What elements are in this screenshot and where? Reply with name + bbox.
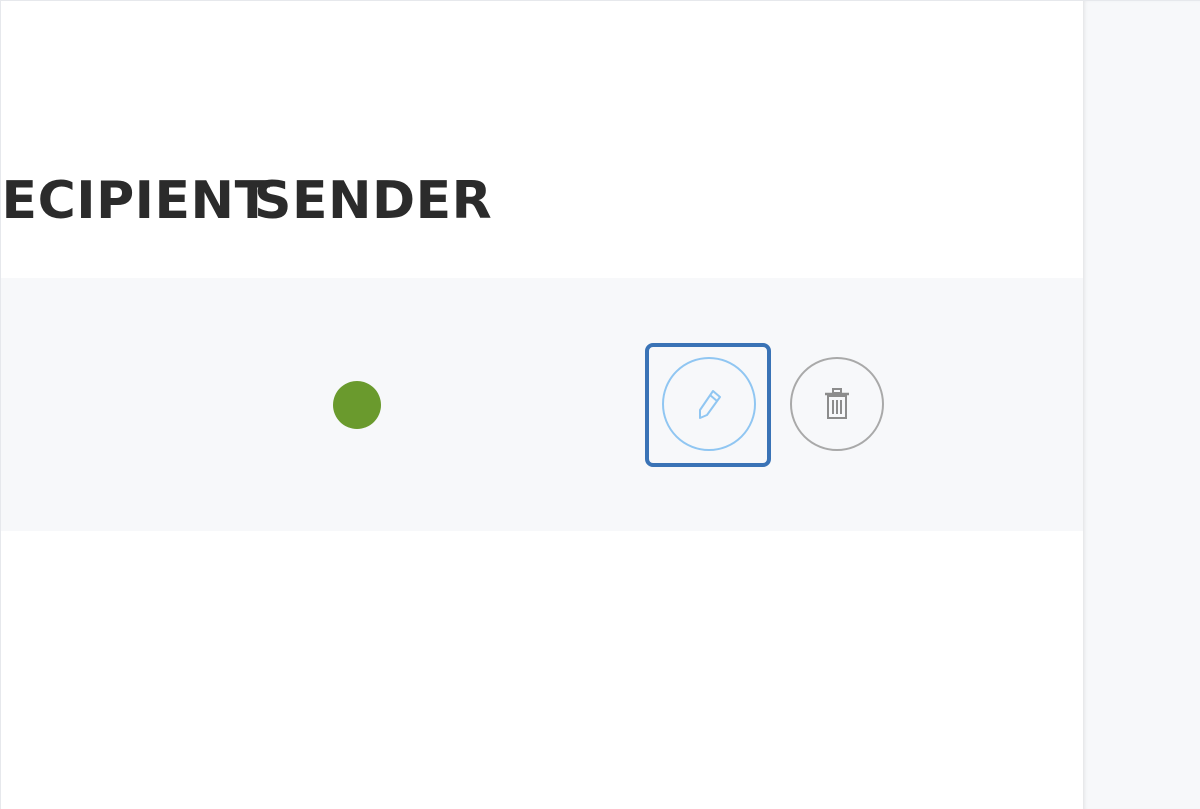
trash-icon <box>819 386 855 422</box>
column-header-recipient: RECIPIENT <box>1 171 271 231</box>
pencil-icon <box>689 384 729 424</box>
sender-status-dot <box>333 381 381 429</box>
edit-button[interactable] <box>662 357 756 451</box>
main-panel: RECIPIENT SENDER <box>1 1 1083 809</box>
right-gutter <box>1083 1 1200 809</box>
column-header-sender: SENDER <box>254 171 493 231</box>
app-frame: RECIPIENT SENDER <box>0 0 1200 809</box>
table-row <box>1 278 1083 531</box>
delete-button[interactable] <box>790 357 884 451</box>
